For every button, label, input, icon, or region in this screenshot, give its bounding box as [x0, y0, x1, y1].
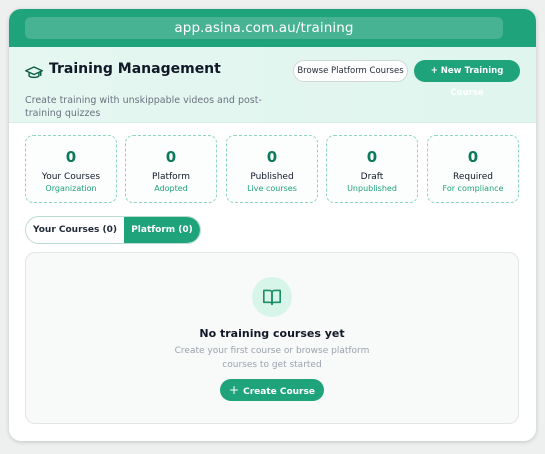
stat-value: 0 [366, 148, 378, 166]
stat-value: 0 [266, 148, 278, 166]
new-training-course-button[interactable]: + New Training Course [414, 60, 520, 98]
stat-card-published: 0 Published Live courses [226, 135, 318, 203]
page-title: Training Management [49, 61, 221, 77]
course-tabs: Your Courses (0) Platform (0) [25, 216, 201, 244]
stat-card-platform: 0 Platform Adopted [125, 135, 217, 203]
stat-label: Published [250, 172, 294, 182]
create-course-button[interactable]: + Create Course [220, 379, 324, 401]
stat-label: Required [452, 172, 494, 182]
app-window: app.asina.com.au/training Training Manag… [9, 9, 536, 441]
empty-state-icon-circle [252, 277, 292, 317]
stat-label: Draft [360, 172, 384, 182]
stat-label: Platform [152, 172, 190, 182]
stat-sublabel: Unpublished [347, 184, 397, 193]
empty-state-subtitle: Create your first course or browse platf… [174, 346, 370, 370]
stat-sublabel: For compliance [442, 184, 504, 193]
url-field[interactable]: app.asina.com.au/training [25, 17, 503, 39]
stat-sublabel: Organization [45, 184, 97, 193]
page-header: Training Management Create training with… [9, 47, 536, 123]
book-open-icon [263, 289, 281, 306]
browse-platform-courses-button[interactable]: Browse Platform Courses [293, 60, 408, 82]
browser-bar: app.asina.com.au/training [9, 9, 536, 47]
stat-card-required: 0 Required For compliance [427, 135, 519, 203]
plus-icon: + [229, 383, 240, 397]
create-course-label: Create Course [243, 387, 315, 397]
stat-card-your-courses: 0 Your Courses Organization [25, 135, 117, 203]
stat-value: 0 [467, 148, 479, 166]
tab-your-courses[interactable]: Your Courses (0) [26, 217, 124, 243]
stat-label: Your Courses [41, 172, 101, 182]
empty-state-panel: No training courses yet Create your firs… [25, 252, 519, 424]
stats-row: 0 Your Courses Organization 0 Platform A… [25, 135, 519, 203]
stat-sublabel: Live courses [247, 184, 297, 193]
tab-platform[interactable]: Platform (0) [124, 217, 200, 243]
stat-sublabel: Adopted [154, 184, 188, 193]
page-subtitle: Create training with unskippable videos … [25, 95, 262, 119]
stat-value: 0 [65, 148, 77, 166]
stat-card-draft: 0 Draft Unpublished [326, 135, 418, 203]
stat-value: 0 [165, 148, 177, 166]
empty-state-title: No training courses yet [199, 327, 345, 340]
graduation-cap-icon [25, 66, 43, 79]
